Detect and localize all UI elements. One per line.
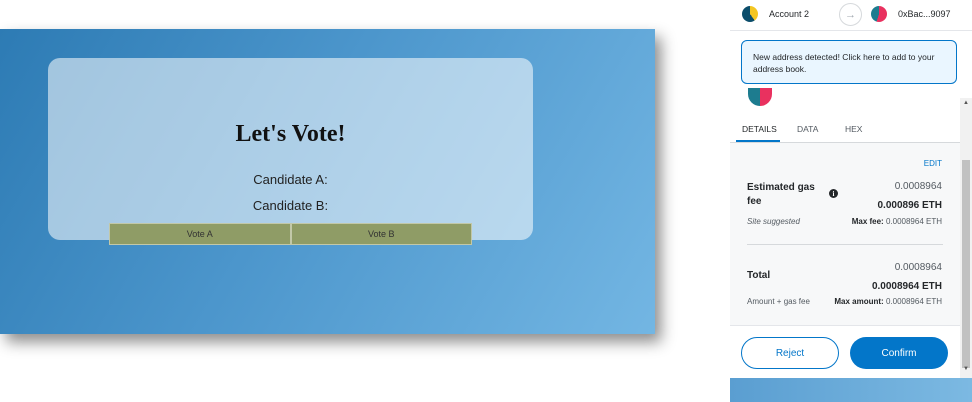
site-suggested-label: Site suggested bbox=[747, 217, 800, 226]
dapp-avatar-icon bbox=[748, 88, 772, 106]
max-fee: Max fee: 0.0008964 ETH bbox=[852, 217, 942, 226]
tab-data[interactable]: DATA bbox=[797, 124, 818, 134]
vote-a-button[interactable]: Vote A bbox=[109, 223, 291, 245]
divider bbox=[747, 244, 943, 245]
confirm-button[interactable]: Confirm bbox=[850, 337, 948, 369]
reject-button[interactable]: Reject bbox=[741, 337, 839, 369]
tab-bar: DETAILS DATA HEX bbox=[730, 118, 960, 143]
max-amount-value: 0.0008964 ETH bbox=[885, 297, 942, 306]
recipient-avatar-icon bbox=[871, 6, 887, 22]
total-label: Total bbox=[747, 270, 771, 281]
scrollbar-thumb[interactable] bbox=[962, 160, 970, 368]
from-account-name[interactable]: Account 2 bbox=[769, 9, 809, 19]
tab-hex[interactable]: HEX bbox=[845, 124, 862, 134]
arrow-right-icon: → bbox=[839, 3, 862, 26]
vote-b-button[interactable]: Vote B bbox=[290, 223, 472, 245]
total-value: 0.0008964 bbox=[894, 262, 942, 273]
max-fee-label: Max fee: bbox=[851, 217, 884, 226]
info-icon[interactable]: i bbox=[829, 189, 838, 198]
tab-details[interactable]: DETAILS bbox=[742, 124, 777, 134]
vote-buttons: Vote A Vote B bbox=[109, 223, 472, 245]
new-address-notice[interactable]: New address detected! Click here to add … bbox=[741, 40, 957, 84]
scroll-down-icon[interactable]: ▼ bbox=[963, 366, 969, 372]
max-amount: Max amount: 0.0008964 ETH bbox=[834, 297, 942, 306]
estimated-gas-fee-label: Estimated gas fee bbox=[747, 182, 815, 207]
transaction-details: EDIT Estimated gas fee i 0.0008964 0.000… bbox=[730, 143, 960, 325]
active-tab-indicator bbox=[736, 140, 780, 142]
gas-fee-value: 0.0008964 bbox=[894, 181, 942, 192]
scrollbar[interactable]: ▲ ▼ bbox=[960, 98, 972, 378]
action-footer: Reject Confirm bbox=[730, 325, 960, 379]
vote-card: Let's Vote! Candidate A: Candidate B: Vo… bbox=[48, 58, 533, 245]
to-address[interactable]: 0xBac...9097 bbox=[898, 9, 951, 19]
candidate-b-label: Candidate B: bbox=[252, 198, 329, 213]
edit-gas-button[interactable]: EDIT bbox=[924, 159, 942, 168]
account-header: Account 2 → 0xBac...9097 bbox=[730, 0, 972, 31]
candidate-a-label: Candidate A: bbox=[253, 172, 328, 187]
max-fee-value: 0.0008964 ETH bbox=[885, 217, 942, 226]
metamask-popup: Account 2 → 0xBac...9097 New address det… bbox=[730, 0, 972, 402]
dapp-page: Let's Vote! Candidate A: Candidate B: Vo… bbox=[0, 29, 655, 334]
amount-plus-gas-label: Amount + gas fee bbox=[747, 297, 810, 306]
gas-fee-eth: 0.000896 ETH bbox=[877, 200, 943, 211]
total-eth: 0.0008964 ETH bbox=[871, 281, 942, 292]
background-strip bbox=[730, 378, 972, 402]
max-amount-label: Max amount: bbox=[834, 297, 884, 306]
page-title: Let's Vote! bbox=[235, 121, 346, 147]
scroll-up-icon[interactable]: ▲ bbox=[963, 100, 969, 106]
account-avatar-icon bbox=[742, 6, 758, 22]
